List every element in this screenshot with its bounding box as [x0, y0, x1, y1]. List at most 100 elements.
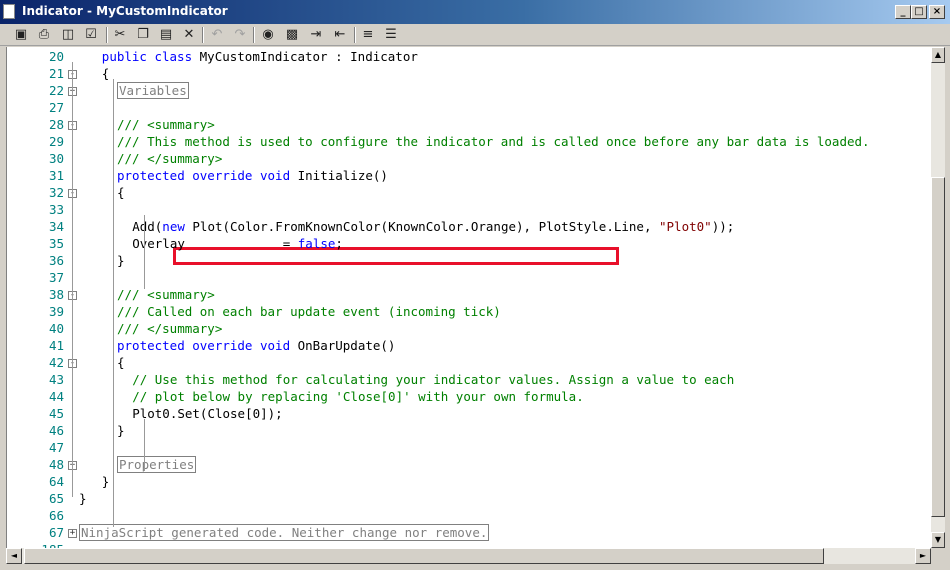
- close-button[interactable]: ×: [929, 5, 945, 19]
- code-token: // Use this method for calculating your …: [132, 372, 735, 387]
- scroll-right-arrow-icon[interactable]: ►: [915, 548, 931, 564]
- code-line: public class MyCustomIndicator : Indicat…: [102, 49, 418, 64]
- fold-guide-line: [144, 419, 145, 471]
- properties-icon[interactable]: ☑: [82, 26, 100, 44]
- code-line: {: [102, 66, 110, 81]
- title-bar[interactable]: Indicator - MyCustomIndicator _ □ ×: [0, 0, 950, 24]
- code-line: Variables: [117, 82, 189, 99]
- line-number: 30: [48, 151, 64, 166]
- code-token: Plot(Color.FromKnownColor(KnownColor.Ora…: [192, 219, 659, 234]
- code-token: OnBarUpdate(): [297, 338, 396, 353]
- code-token: Plot0.Set(Close[0]);: [132, 406, 283, 421]
- line-number: 32: [48, 185, 64, 200]
- save-icon[interactable]: ▣: [12, 26, 30, 44]
- maximize-button[interactable]: □: [911, 5, 927, 19]
- code-token: }: [117, 253, 125, 268]
- code-line: // Use this method for calculating your …: [132, 372, 734, 387]
- code-line: Add(new Plot(Color.FromKnownColor(KnownC…: [132, 219, 734, 234]
- line-number: 65: [48, 491, 64, 506]
- line-number: 28: [48, 117, 64, 132]
- code-token: new: [162, 219, 193, 234]
- code-line: }: [102, 474, 110, 489]
- horizontal-scroll-thumb[interactable]: [24, 548, 824, 564]
- collapsed-region[interactable]: NinjaScript generated code. Neither chan…: [79, 524, 490, 541]
- horizontal-scrollbar[interactable]: ◄ ►: [6, 548, 931, 564]
- line-number: 35: [48, 236, 64, 251]
- document-icon: [3, 4, 15, 19]
- code-line: Plot0.Set(Close[0]);: [132, 406, 283, 421]
- fold-guide-line: [72, 62, 73, 497]
- print-icon[interactable]: ⎙: [35, 26, 53, 44]
- code-line: /// This method is used to configure the…: [117, 134, 870, 149]
- code-line: {: [117, 355, 125, 370]
- code-token: Overlay =: [132, 236, 298, 251]
- code-line: protected override void Initialize(): [117, 168, 388, 183]
- line-number: 45: [48, 406, 64, 421]
- vertical-scroll-thumb[interactable]: [931, 177, 945, 517]
- line-number: 40: [48, 321, 64, 336]
- redo-icon[interactable]: ↷: [231, 26, 249, 44]
- code-token: ));: [711, 219, 735, 234]
- print-preview-icon[interactable]: ◫: [59, 26, 77, 44]
- code-line: /// <summary>: [117, 287, 215, 302]
- line-number: 22: [48, 83, 64, 98]
- indent-icon[interactable]: ⇥: [307, 26, 325, 44]
- scroll-down-arrow-icon[interactable]: ▼: [931, 532, 945, 548]
- code-token: // plot below by replacing 'Close[0]' wi…: [132, 389, 584, 404]
- paste-icon[interactable]: ▤: [157, 26, 175, 44]
- fold-guide-line: [144, 215, 145, 289]
- code-line: /// </summary>: [117, 151, 222, 166]
- code-token: {: [101, 66, 110, 81]
- code-token: MyCustomIndicator : Indicator: [199, 49, 418, 64]
- code-line: NinjaScript generated code. Neither chan…: [79, 524, 490, 541]
- line-number: 36: [48, 253, 64, 268]
- toolbar: ▣ ⎙ ◫ ☑ ✂ ❐ ▤ ✕ ↶ ↷ ◉ ▩ ⇥ ⇤ ≡ ☰: [0, 24, 950, 46]
- line-number: 39: [48, 304, 64, 319]
- fold-guide-line: [113, 79, 114, 527]
- code-token: /// <summary>: [117, 117, 215, 132]
- line-number: 46: [48, 423, 64, 438]
- line-number: 64: [48, 474, 64, 489]
- replace-icon[interactable]: ▩: [283, 26, 301, 44]
- scroll-up-arrow-icon[interactable]: ▲: [931, 47, 945, 63]
- code-token: {: [117, 355, 125, 370]
- code-line: // plot below by replacing 'Close[0]' wi…: [132, 389, 584, 404]
- code-line: Overlay = false;: [132, 236, 343, 251]
- code-line: /// </summary>: [117, 321, 222, 336]
- code-editor[interactable]: 20 public class MyCustomIndicator : Indic…: [6, 47, 932, 548]
- find-icon[interactable]: ◉: [259, 26, 277, 44]
- scroll-left-arrow-icon[interactable]: ◄: [6, 548, 22, 564]
- code-token: protected override void: [117, 338, 298, 353]
- cut-icon[interactable]: ✂: [111, 26, 129, 44]
- code-line: {: [117, 185, 125, 200]
- line-number: 42: [48, 355, 64, 370]
- expand-icon[interactable]: +: [68, 529, 77, 538]
- vertical-scrollbar[interactable]: ▲ ▼: [931, 47, 945, 548]
- line-number: 41: [48, 338, 64, 353]
- line-number: 44: [48, 389, 64, 404]
- comment-icon[interactable]: ≡: [359, 26, 377, 44]
- scroll-corner: [931, 548, 945, 564]
- code-token: Add(: [132, 219, 163, 234]
- code-line: protected override void OnBarUpdate(): [117, 338, 395, 353]
- minimize-button[interactable]: _: [895, 5, 911, 19]
- code-line: Properties: [117, 456, 197, 473]
- uncomment-icon[interactable]: ☰: [382, 26, 400, 44]
- copy-icon[interactable]: ❐: [134, 26, 152, 44]
- code-token: }: [79, 491, 87, 506]
- code-token: /// </summary>: [117, 321, 223, 336]
- delete-icon[interactable]: ✕: [180, 26, 198, 44]
- line-number: 27: [48, 100, 64, 115]
- line-number: 31: [48, 168, 64, 183]
- code-token: public class: [101, 49, 200, 64]
- collapsed-region[interactable]: Variables: [117, 82, 189, 99]
- collapsed-region[interactable]: Properties: [117, 456, 197, 473]
- line-number: 67: [48, 525, 64, 540]
- code-token: /// This method is used to configure the…: [117, 134, 870, 149]
- code-line: }: [79, 491, 87, 506]
- line-number: 33: [48, 202, 64, 217]
- line-number: 21: [48, 66, 64, 81]
- undo-icon[interactable]: ↶: [208, 26, 226, 44]
- outdent-icon[interactable]: ⇤: [331, 26, 349, 44]
- line-number: 43: [48, 372, 64, 387]
